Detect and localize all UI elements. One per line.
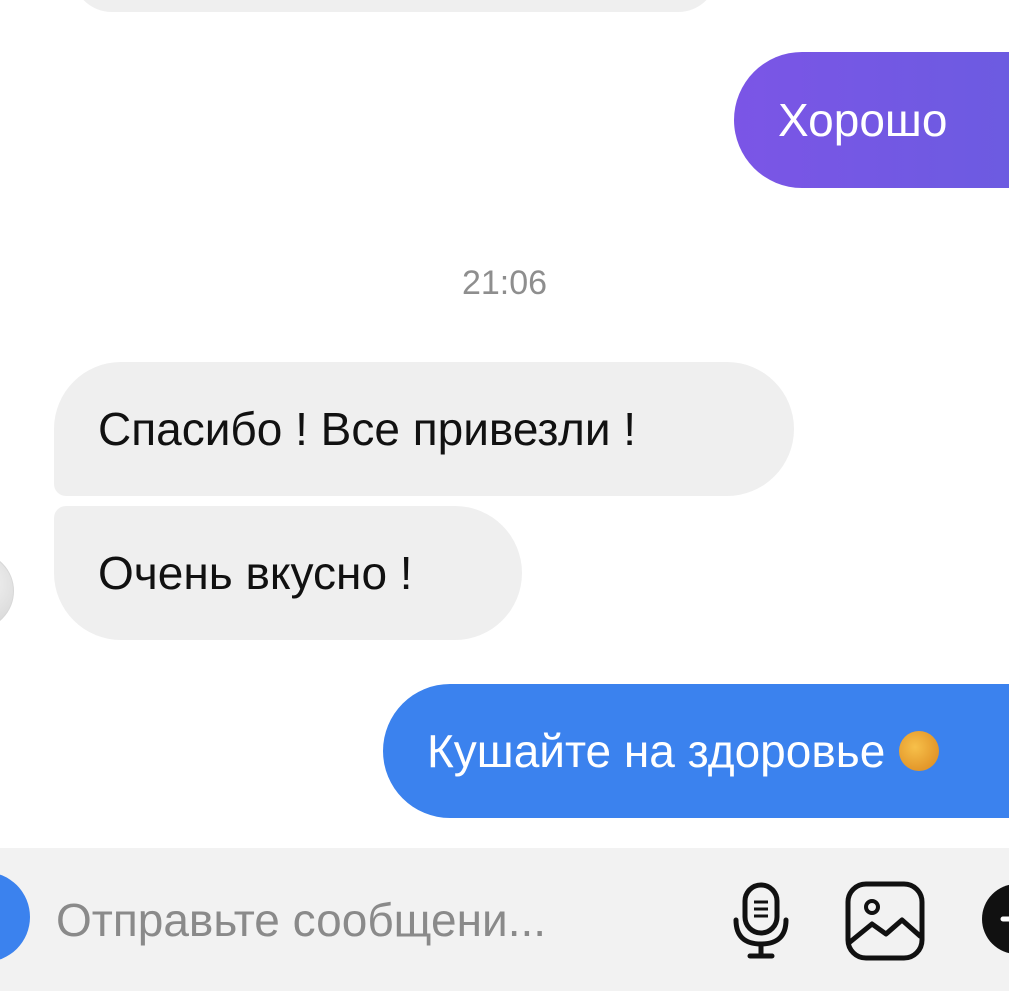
camera-button[interactable] [0,872,30,962]
gallery-icon [845,881,925,961]
more-options-button[interactable] [982,884,1009,954]
voice-message-button[interactable] [718,878,804,964]
message-timestamp: 21:06 [461,264,548,302]
emoji-icon [899,731,940,771]
outgoing-message[interactable]: Кушайте на здоровье [383,684,1009,818]
gallery-button[interactable] [842,878,928,964]
microphone-icon [733,882,789,959]
message-text: Хорошо [778,94,948,146]
message-text: Спасибо ! Все привезли ! [98,403,637,455]
incoming-message[interactable]: Очень вкусно ! [54,506,522,640]
message-text: Очень вкусно ! [98,547,413,599]
incoming-message[interactable]: Спасибо ! Все привезли ! [54,362,794,496]
outgoing-message[interactable]: Хорошо [734,52,1009,188]
sender-avatar[interactable] [0,552,14,630]
chat-screen: Хорошо 21:06 Спасибо ! Все привезли ! Оч… [0,0,1009,991]
message-composer [0,848,1009,991]
message-input[interactable] [56,888,696,952]
message-text: Кушайте на здоровье [427,725,886,777]
plus-icon [1000,916,1009,922]
incoming-message-partial[interactable] [72,0,718,12]
